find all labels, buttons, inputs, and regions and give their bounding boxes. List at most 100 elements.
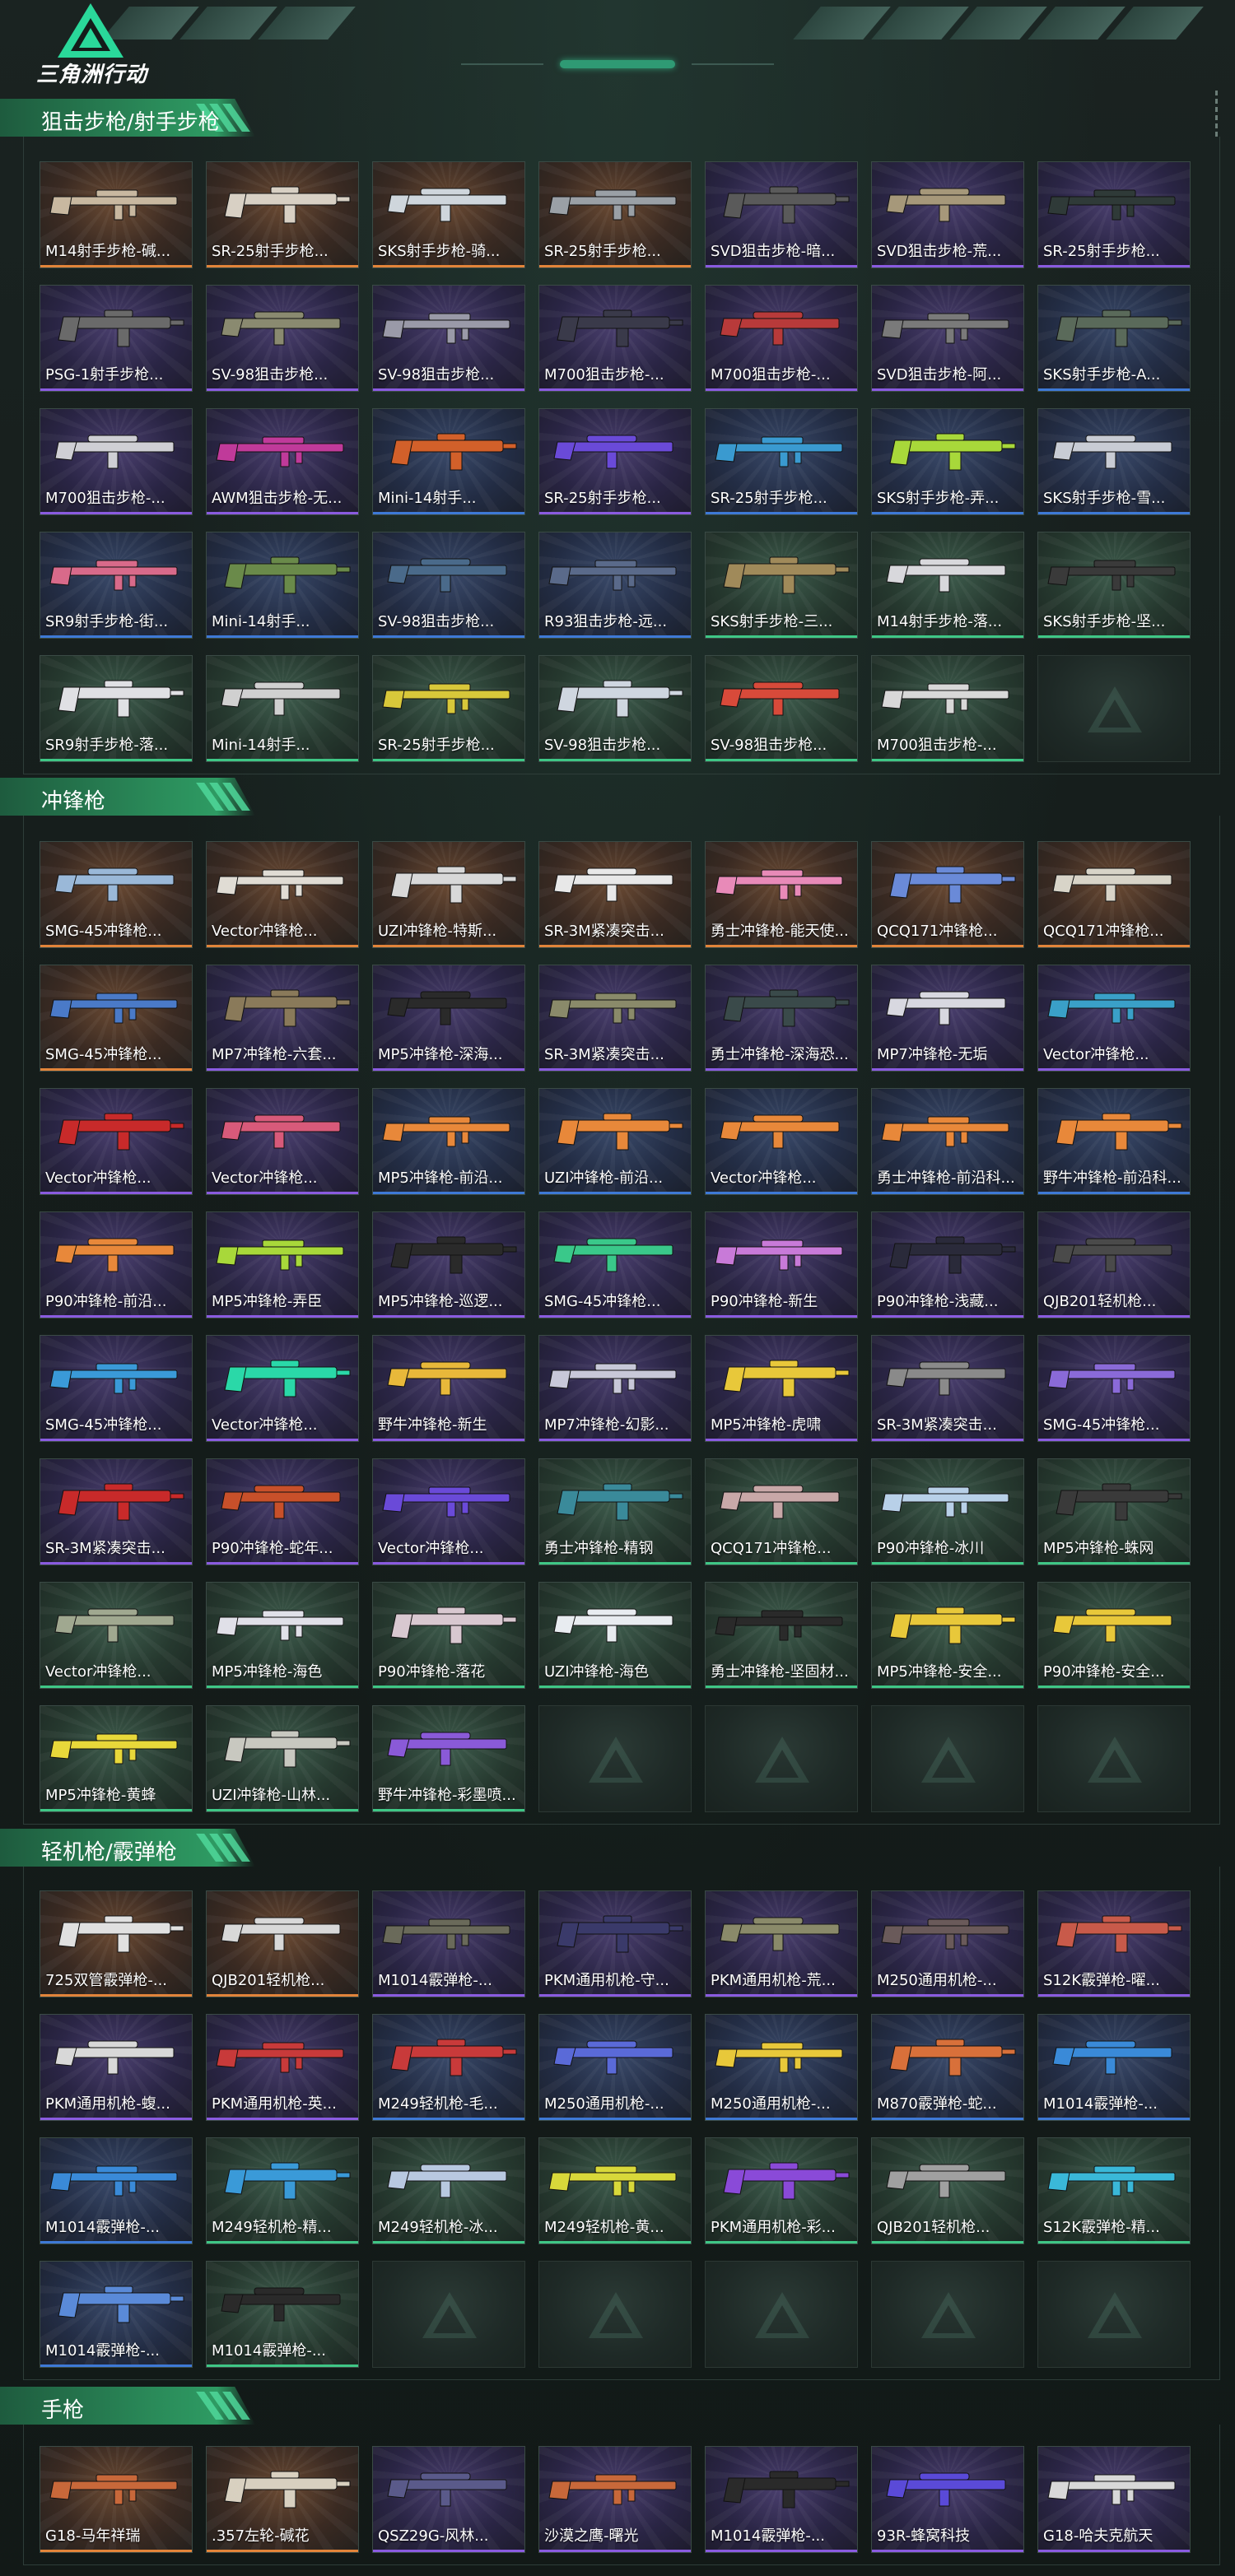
weapon-card[interactable]: Vector冲锋枪... (372, 1458, 525, 1565)
weapon-card[interactable]: .357左轮-碱花 (206, 2446, 359, 2553)
weapon-card[interactable]: PKM通用机枪-彩... (705, 2137, 858, 2244)
weapon-card[interactable]: SV-98狙击步枪... (372, 532, 525, 639)
weapon-card[interactable]: 野牛冲锋枪-彩墨喷... (372, 1705, 525, 1812)
weapon-card[interactable]: SR-3M紧凑突击... (40, 1458, 193, 1565)
weapon-card[interactable]: Vector冲锋枪... (206, 841, 359, 948)
weapon-card[interactable]: SR-25射手步枪... (538, 408, 692, 515)
weapon-card[interactable]: SKS射手步枪-坚... (1037, 532, 1191, 639)
weapon-card[interactable]: Mini-14射手... (206, 655, 359, 762)
weapon-card[interactable]: QSZ29G-风林... (372, 2446, 525, 2553)
weapon-card[interactable]: MP5冲锋枪-虎啸 (705, 1335, 858, 1442)
weapon-card[interactable]: UZI冲锋枪-山林... (206, 1705, 359, 1812)
weapon-card[interactable]: MP5冲锋枪-深海... (372, 965, 525, 1072)
weapon-card[interactable]: Vector冲锋枪... (40, 1088, 193, 1195)
weapon-card[interactable]: SV-98狙击步枪... (206, 285, 359, 392)
weapon-card[interactable]: MP5冲锋枪-蛛网 (1037, 1458, 1191, 1565)
weapon-card[interactable]: P90冲锋枪-落花 (372, 1582, 525, 1689)
weapon-card[interactable]: M249轻机枪-精... (206, 2137, 359, 2244)
weapon-card[interactable]: SV-98狙击步枪... (372, 285, 525, 392)
weapon-card[interactable]: PKM通用机枪-荒... (705, 1890, 858, 1997)
weapon-card[interactable]: SR-25射手步枪... (538, 161, 692, 268)
weapon-card[interactable]: M249轻机枪-毛... (372, 2014, 525, 2121)
weapon-card[interactable]: M700狙击步枪-... (871, 655, 1024, 762)
weapon-card[interactable]: M249轻机枪-冰... (372, 2137, 525, 2244)
weapon-card[interactable]: M1014霰弹枪-... (40, 2261, 193, 2368)
weapon-card[interactable]: QCQ171冲锋枪... (871, 841, 1024, 948)
weapon-card[interactable]: M250通用机枪-... (871, 1890, 1024, 1997)
weapon-card[interactable]: SMG-45冲锋枪... (538, 1211, 692, 1318)
weapon-card[interactable]: QJB201轻机枪... (1037, 1211, 1191, 1318)
weapon-card[interactable]: M250通用机枪-... (705, 2014, 858, 2121)
weapon-card[interactable]: MP7冲锋枪-六套... (206, 965, 359, 1072)
weapon-card[interactable]: MP5冲锋枪-海色 (206, 1582, 359, 1689)
weapon-card[interactable]: SV-98狙击步枪... (538, 655, 692, 762)
weapon-card[interactable]: SR-25射手步枪... (206, 161, 359, 268)
weapon-card[interactable]: 沙漠之鹰-曙光 (538, 2446, 692, 2553)
weapon-card[interactable]: P90冲锋枪-安全... (1037, 1582, 1191, 1689)
weapon-card[interactable]: QCQ171冲锋枪... (705, 1458, 858, 1565)
weapon-card[interactable]: UZI冲锋枪-特斯... (372, 841, 525, 948)
weapon-card[interactable]: SKS射手步枪-雪... (1037, 408, 1191, 515)
weapon-card[interactable]: Vector冲锋枪... (206, 1335, 359, 1442)
weapon-card[interactable]: SVD狙击步枪-荒... (871, 161, 1024, 268)
weapon-card[interactable]: PKM通用机枪-英... (206, 2014, 359, 2121)
weapon-card[interactable]: SVD狙击步枪-阿... (871, 285, 1024, 392)
weapon-card[interactable]: MP5冲锋枪-安全... (871, 1582, 1024, 1689)
weapon-card[interactable]: M14射手步枪-碱... (40, 161, 193, 268)
weapon-card[interactable]: G18-马年祥瑞 (40, 2446, 193, 2553)
weapon-card[interactable]: M1014霰弹枪-... (372, 1890, 525, 1997)
weapon-card[interactable]: SKS射手步枪-三... (705, 532, 858, 639)
weapon-card[interactable]: QJB201轻机枪... (206, 1890, 359, 1997)
weapon-card[interactable]: 勇士冲锋枪-精钢 (538, 1458, 692, 1565)
weapon-card[interactable]: SR-3M紧凑突击... (871, 1335, 1024, 1442)
weapon-card[interactable]: SR9射手步枪-落... (40, 655, 193, 762)
weapon-card[interactable]: M250通用机枪-... (538, 2014, 692, 2121)
weapon-card[interactable]: UZI冲锋枪-前沿... (538, 1088, 692, 1195)
weapon-card[interactable]: SVD狙击步枪-暗... (705, 161, 858, 268)
weapon-card[interactable]: 野牛冲锋枪-前沿科... (1037, 1088, 1191, 1195)
weapon-card[interactable]: SR9射手步枪-街... (40, 532, 193, 639)
weapon-card[interactable]: M1014霰弹枪-... (206, 2261, 359, 2368)
weapon-card[interactable]: SKS射手步枪-A... (1037, 285, 1191, 392)
weapon-card[interactable]: MP7冲锋枪-幻影... (538, 1335, 692, 1442)
weapon-card[interactable]: S12K霰弹枪-曜... (1037, 1890, 1191, 1997)
weapon-card[interactable]: P90冲锋枪-前沿... (40, 1211, 193, 1318)
weapon-card[interactable]: M870霰弹枪-蛇... (871, 2014, 1024, 2121)
weapon-card[interactable]: SMG-45冲锋枪... (40, 841, 193, 948)
weapon-card[interactable]: 93R-蜂窝科技 (871, 2446, 1024, 2553)
weapon-card[interactable]: 勇士冲锋枪-深海恐... (705, 965, 858, 1072)
weapon-card[interactable]: UZI冲锋枪-海色 (538, 1582, 692, 1689)
weapon-card[interactable]: SR-3M紧凑突击... (538, 841, 692, 948)
weapon-card[interactable]: SKS射手步枪-骑... (372, 161, 525, 268)
weapon-card[interactable]: M700狙击步枪-... (40, 408, 193, 515)
weapon-card[interactable]: 勇士冲锋枪-能天使... (705, 841, 858, 948)
weapon-card[interactable]: SR-25射手步枪... (705, 408, 858, 515)
weapon-card[interactable]: SR-25射手步枪... (372, 655, 525, 762)
weapon-card[interactable]: SMG-45冲锋枪... (1037, 1335, 1191, 1442)
weapon-card[interactable]: MP5冲锋枪-弄臣 (206, 1211, 359, 1318)
weapon-card[interactable]: P90冲锋枪-新生 (705, 1211, 858, 1318)
weapon-card[interactable]: MP5冲锋枪-前沿... (372, 1088, 525, 1195)
weapon-card[interactable]: SMG-45冲锋枪... (40, 1335, 193, 1442)
weapon-card[interactable]: 勇士冲锋枪-坚固材... (705, 1582, 858, 1689)
weapon-card[interactable]: P90冲锋枪-蛇年... (206, 1458, 359, 1565)
weapon-card[interactable]: Vector冲锋枪... (206, 1088, 359, 1195)
weapon-card[interactable]: Mini-14射手... (206, 532, 359, 639)
weapon-card[interactable]: Vector冲锋枪... (1037, 965, 1191, 1072)
weapon-card[interactable]: PKM通用机枪-蝮... (40, 2014, 193, 2121)
weapon-card[interactable]: Mini-14射手... (372, 408, 525, 515)
weapon-card[interactable]: AWM狙击步枪-无... (206, 408, 359, 515)
weapon-card[interactable]: S12K霰弹枪-精... (1037, 2137, 1191, 2244)
weapon-card[interactable]: M249轻机枪-黄... (538, 2137, 692, 2244)
weapon-card[interactable]: R93狙击步枪-远... (538, 532, 692, 639)
weapon-card[interactable]: 野牛冲锋枪-新生 (372, 1335, 525, 1442)
weapon-card[interactable]: Vector冲锋枪... (40, 1582, 193, 1689)
weapon-card[interactable]: MP5冲锋枪-黄蜂 (40, 1705, 193, 1812)
weapon-card[interactable]: Vector冲锋枪... (705, 1088, 858, 1195)
weapon-card[interactable]: MP7冲锋枪-无垢 (871, 965, 1024, 1072)
weapon-card[interactable]: P90冲锋枪-浅藏... (871, 1211, 1024, 1318)
weapon-card[interactable]: M1014霰弹枪-... (40, 2137, 193, 2244)
weapon-card[interactable]: QCQ171冲锋枪... (1037, 841, 1191, 948)
weapon-card[interactable]: M1014霰弹枪-... (1037, 2014, 1191, 2121)
weapon-card[interactable]: PKM通用机枪-守... (538, 1890, 692, 1997)
